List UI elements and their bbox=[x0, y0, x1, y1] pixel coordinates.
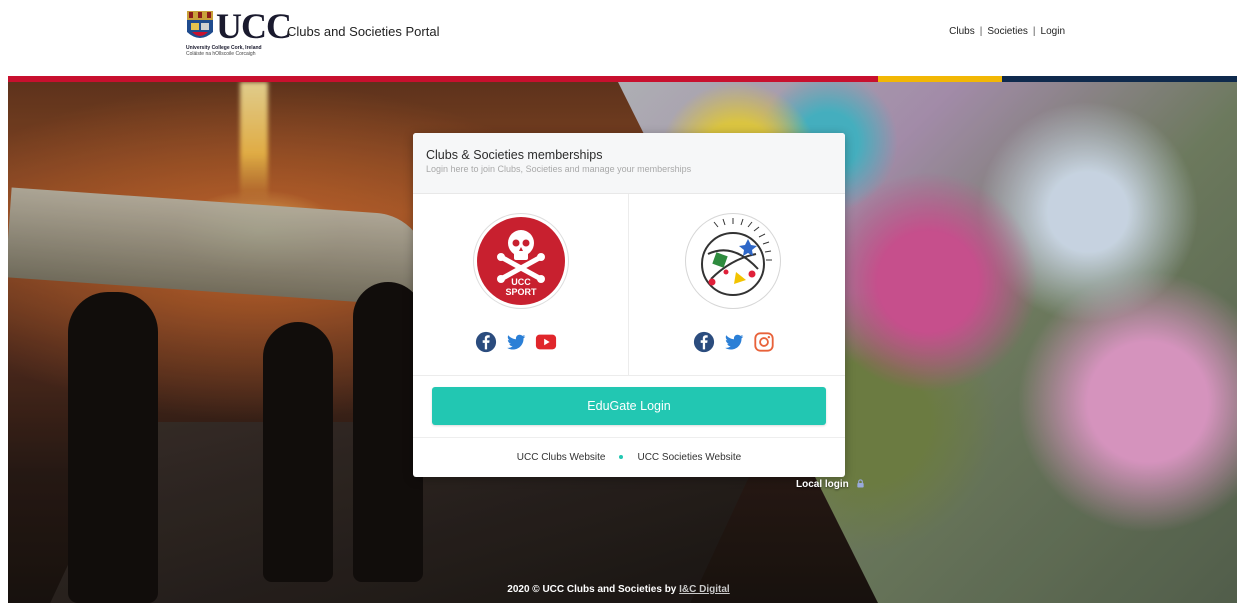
portal-title: Clubs and Societies Portal bbox=[287, 24, 440, 39]
logo-wordmark: UCC bbox=[216, 6, 292, 46]
ucc-clubs-website-link[interactable]: UCC Clubs Website bbox=[517, 452, 606, 463]
link-separator-dot bbox=[619, 455, 624, 460]
ucc-societies-badge[interactable] bbox=[686, 214, 780, 308]
lock-icon bbox=[856, 479, 864, 488]
edugate-login-button[interactable]: EduGate Login bbox=[432, 387, 826, 425]
membership-card: Clubs & Societies memberships Login here… bbox=[413, 133, 845, 477]
nav-login-link[interactable]: Login bbox=[1041, 26, 1065, 37]
ucc-societies-website-link[interactable]: UCC Societies Website bbox=[637, 452, 741, 463]
instagram-icon[interactable] bbox=[753, 331, 775, 353]
card-columns: UCC SPORT bbox=[413, 194, 845, 376]
local-login-link[interactable]: Local login bbox=[796, 479, 865, 490]
ucc-logo[interactable]: UCC University College Cork, Ireland Col… bbox=[186, 6, 292, 58]
ucc-sport-badge-inner: UCC SPORT bbox=[477, 217, 565, 305]
site-header: UCC University College Cork, Ireland Col… bbox=[0, 0, 1237, 76]
ucc-crest-icon bbox=[187, 11, 213, 38]
card-title: Clubs & Societies memberships bbox=[426, 148, 603, 162]
card-subtitle: Login here to join Clubs, Societies and … bbox=[426, 164, 692, 174]
clubs-social-links bbox=[475, 330, 557, 354]
badge-line-sport: SPORT bbox=[505, 287, 537, 297]
local-login-label: Local login bbox=[796, 479, 849, 490]
top-nav: Clubs | Societies | Login bbox=[949, 26, 1065, 37]
nav-separator: | bbox=[979, 26, 983, 37]
footer-copyright: 2020 © UCC Clubs and Societies by bbox=[507, 584, 680, 595]
youtube-icon[interactable] bbox=[535, 331, 557, 353]
nav-clubs-link[interactable]: Clubs bbox=[949, 26, 975, 37]
ucc-sport-badge[interactable]: UCC SPORT bbox=[474, 214, 568, 308]
logo-subtitle-ga: Coláiste na hOllscoile Corcaigh bbox=[186, 51, 256, 57]
facebook-icon[interactable] bbox=[693, 331, 715, 353]
societies-logo-icon bbox=[701, 218, 772, 296]
nav-societies-link[interactable]: Societies bbox=[987, 26, 1028, 37]
card-header: Clubs & Societies memberships Login here… bbox=[413, 133, 845, 194]
facebook-icon[interactable] bbox=[475, 331, 497, 353]
societies-social-links bbox=[693, 330, 775, 354]
card-footer-links: UCC Clubs Website UCC Societies Website bbox=[413, 437, 845, 477]
badge-line-ucc: UCC bbox=[511, 277, 531, 287]
twitter-icon[interactable] bbox=[723, 331, 745, 353]
nav-separator: | bbox=[1032, 26, 1036, 37]
twitter-icon[interactable] bbox=[505, 331, 527, 353]
ic-digital-link[interactable]: I&C Digital bbox=[679, 584, 730, 595]
page-footer: 2020 © UCC Clubs and Societies by I&C Di… bbox=[0, 584, 1237, 595]
